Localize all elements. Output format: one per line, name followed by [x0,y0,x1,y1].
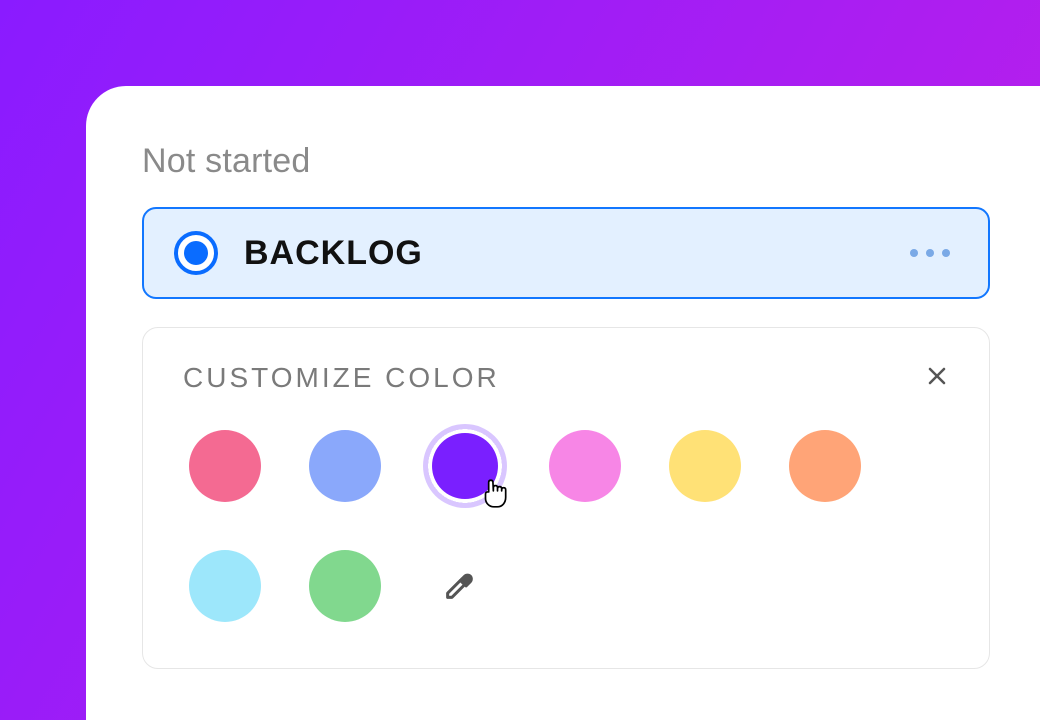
color-swatch[interactable] [183,544,267,628]
color-swatch[interactable] [303,424,387,508]
swatch-circle [189,430,261,502]
close-icon [925,364,949,388]
status-circle-icon [174,231,218,275]
color-swatch[interactable] [543,424,627,508]
swatch-circle [549,430,621,502]
status-label: BACKLOG [244,234,902,273]
section-title: Not started [142,142,990,181]
customize-color-panel: CUSTOMIZE COLOR [142,327,990,669]
more-options-button[interactable] [902,241,958,265]
dots-icon [910,249,918,257]
swatch-circle [789,430,861,502]
swatch-circle [189,550,261,622]
color-swatch[interactable] [663,424,747,508]
swatch-circle [309,550,381,622]
color-swatch[interactable] [783,424,867,508]
swatch-grid [183,424,949,628]
swatch-circle [432,433,498,499]
swatch-circle [669,430,741,502]
panel-title: CUSTOMIZE COLOR [183,362,500,394]
swatch-circle [309,430,381,502]
card: Not started BACKLOG CUSTOMIZE COLOR [86,86,1040,720]
eyedropper-button[interactable] [423,550,495,622]
close-button[interactable] [925,364,949,393]
color-swatch[interactable] [183,424,267,508]
eyedropper-icon [442,569,476,603]
color-swatch[interactable] [423,424,507,508]
color-swatch[interactable] [303,544,387,628]
status-row[interactable]: BACKLOG [142,207,990,299]
